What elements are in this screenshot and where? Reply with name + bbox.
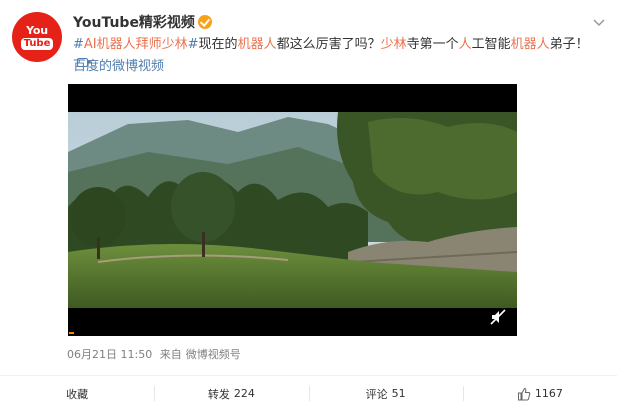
repost-button[interactable]: 转发 224: [154, 376, 308, 411]
post-text-segment: 弟子！: [549, 37, 589, 52]
comment-label: 评论: [365, 387, 388, 401]
keyword-highlight[interactable]: 人: [459, 37, 472, 52]
video-player[interactable]: [68, 84, 517, 336]
post-text-segment: 现在的: [198, 37, 238, 52]
post-text-segment: 都这么厉害了吗？: [276, 37, 381, 52]
post-meta: 06月21日 11:50 来自 微博视频号: [67, 346, 245, 362]
verified-badge-icon: [197, 15, 212, 29]
video-progress-bar[interactable]: [69, 332, 74, 334]
like-count: 1167: [534, 387, 563, 400]
video-frame-scene: [68, 112, 517, 308]
post-timestamp[interactable]: 06月21日 11:50: [67, 348, 152, 361]
comment-count: 51: [391, 387, 406, 400]
keyword-highlight[interactable]: 机器人: [511, 37, 550, 52]
favorite-button[interactable]: 收藏: [0, 376, 154, 411]
avatar-text-top: You: [26, 23, 48, 37]
repost-count: 224: [233, 387, 255, 400]
from-label: 来自: [159, 348, 182, 361]
keyword-highlight[interactable]: 机器人: [238, 37, 277, 52]
topic-hash[interactable]: #: [73, 37, 84, 52]
user-line: YouTube精彩视频: [73, 13, 212, 31]
repost-label: 转发: [207, 387, 230, 401]
comment-button[interactable]: 评论 51: [308, 376, 463, 411]
chevron-down-icon[interactable]: [591, 14, 607, 30]
action-bar: 收藏 转发 224 评论 51 1167: [0, 376, 617, 411]
keyword-highlight[interactable]: 少林: [381, 37, 407, 52]
thumbs-up-icon: [517, 387, 531, 400]
post-text-segment: 寺第一个: [406, 37, 459, 52]
video-source-link[interactable]: 百度的微博视频: [73, 58, 164, 76]
mute-icon[interactable]: [489, 308, 507, 326]
username-link[interactable]: YouTube精彩视频: [73, 12, 195, 32]
avatar-text-bottom: Tube: [20, 37, 54, 50]
favorite-label: 收藏: [66, 387, 89, 401]
from-source-link[interactable]: 微博视频号: [186, 348, 241, 361]
like-button[interactable]: 1167: [462, 376, 617, 411]
avatar[interactable]: You Tube: [12, 12, 62, 62]
post-text-segment: 工智能: [471, 37, 511, 52]
keyword-highlight[interactable]: AI机器人拜师少林: [84, 37, 188, 52]
topic-hash[interactable]: #: [188, 37, 199, 52]
